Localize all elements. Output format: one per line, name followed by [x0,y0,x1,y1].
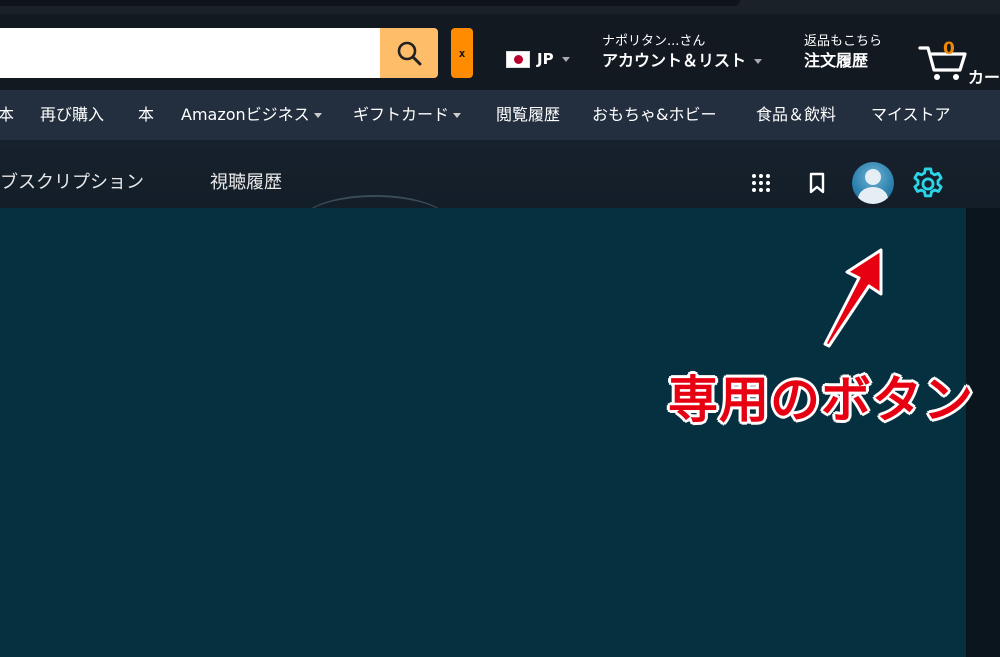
nav-item-my-store[interactable]: マイストア [871,90,951,140]
nav-item-gift-cards[interactable]: ギフトカード [353,90,462,140]
category-nav: 本 再び購入 本 Amazonビジネス ギフトカード 閲覧履歴 おもちゃ&ホビー… [0,90,1000,140]
search-button[interactable] [380,28,438,78]
browser-top-strip [0,0,1000,14]
account-menu[interactable]: ナポリタン...さん アカウント＆リスト [602,34,763,72]
nav-item-books-1[interactable]: 本 [0,90,14,140]
watchlist-button[interactable] [804,170,830,196]
chevron-down-icon [313,113,322,118]
cart-button[interactable]: 0 カート [918,39,1000,92]
language-selector[interactable]: JP [506,50,570,68]
language-code: JP [537,50,554,68]
hero-right-edge [966,208,1000,657]
cart-count: 0 [943,39,955,59]
browser-tab-edge [0,0,740,6]
nav-item-buy-again[interactable]: 再び購入 [40,90,104,140]
nav-item-browsing-history[interactable]: 閲覧履歴 [496,90,560,140]
gear-icon [913,167,943,198]
clear-extension-button[interactable]: x [451,28,473,78]
nav-item-toys-hobby[interactable]: おもちゃ&ホビー [592,90,716,140]
account-label: アカウント＆リスト [602,51,747,70]
chevron-down-icon [754,59,763,64]
annotation-label: 専用のボタン [668,371,974,429]
subnav-subscriptions[interactable]: サブスクリプション [0,168,144,194]
settings-button[interactable] [908,164,948,204]
profile-avatar[interactable] [852,162,894,204]
chevron-down-icon [561,56,570,62]
nav-item-books-2[interactable]: 本 [138,90,154,140]
nav-item-amazon-business[interactable]: Amazonビジネス [181,90,322,140]
subnav-watch-history[interactable]: 視聴履歴 [210,168,282,194]
grid-icon [752,174,770,192]
apps-grid-button[interactable] [748,170,774,196]
search-icon [397,41,422,66]
annotation-arrow-icon [823,248,883,348]
chevron-down-icon [453,113,462,118]
japan-flag-icon [506,50,530,68]
orders-label: 注文履歴 [804,51,869,70]
cart-label: カート [968,68,1000,87]
site-header: x JP ナポリタン...さん アカウント＆リスト 返品もこちら 注文履歴 0 … [0,14,1000,90]
account-greeting: ナポリタン...さん [602,34,706,49]
nav-item-food-drink[interactable]: 食品＆飲料 [756,90,836,140]
bookmark-icon [809,172,825,194]
orders-link[interactable]: 返品もこちら 注文履歴 [804,34,882,72]
search-input[interactable] [0,28,380,78]
returns-label: 返品もこちら [804,34,883,49]
